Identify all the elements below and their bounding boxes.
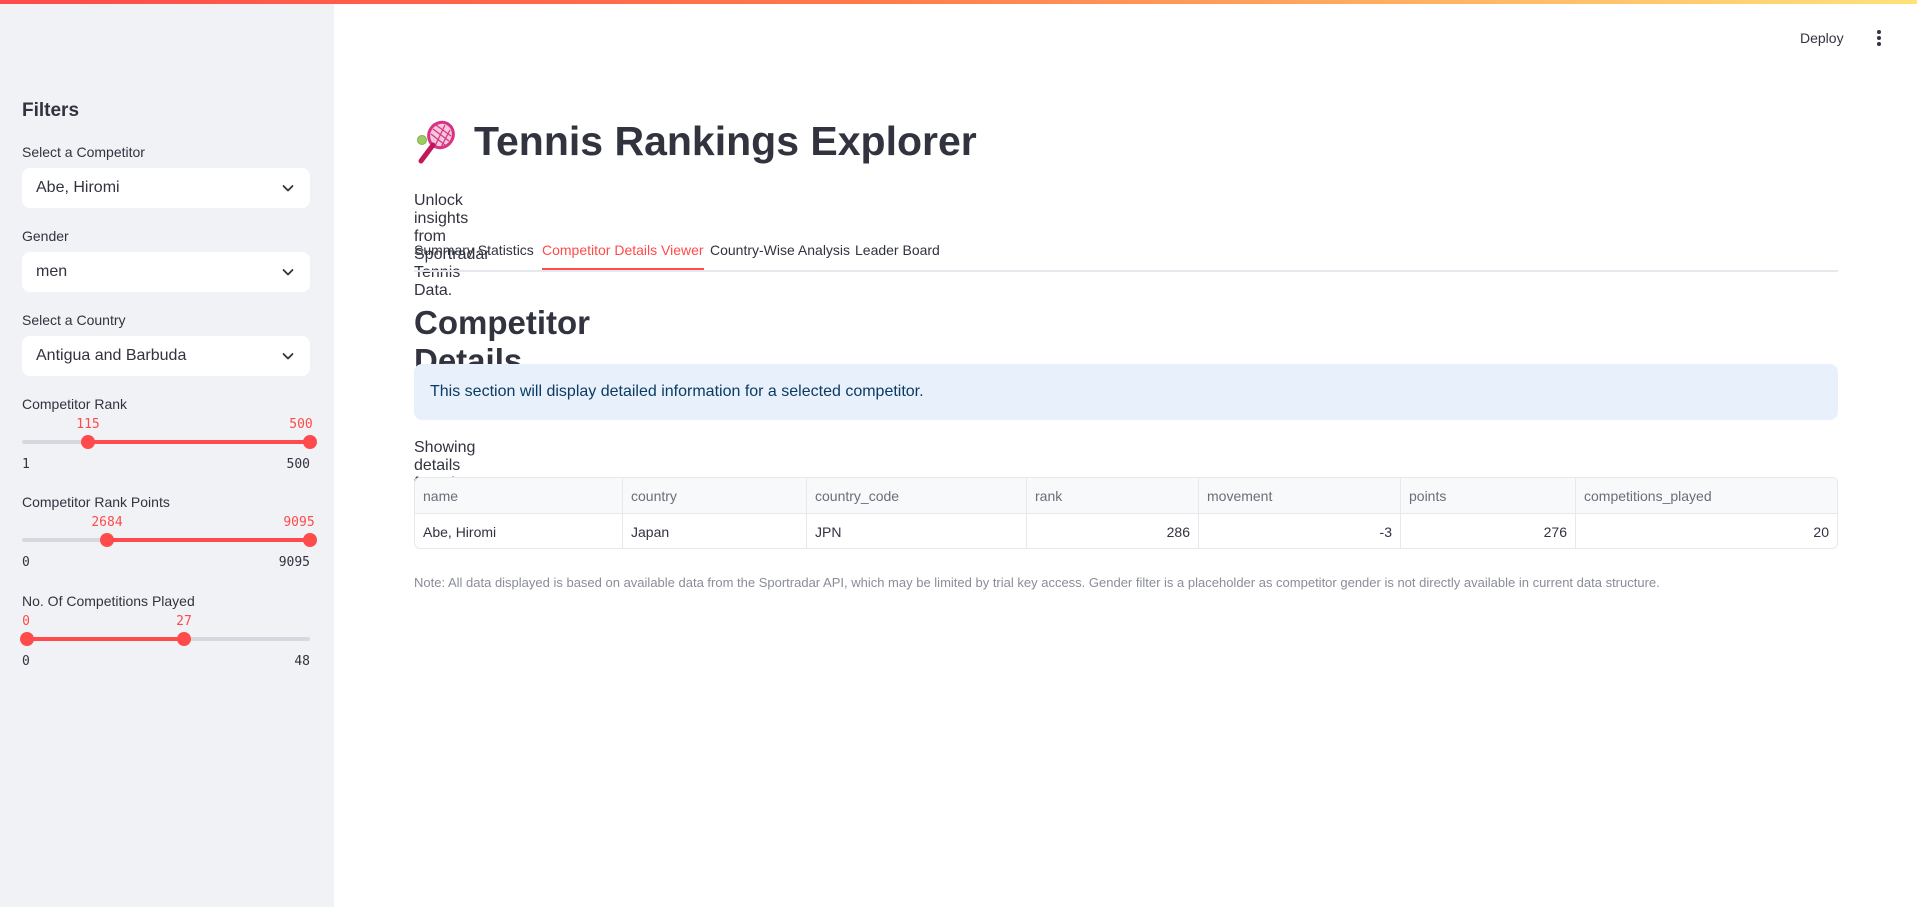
sidebar: Filters Select a Competitor Abe, Hiromi … (0, 0, 334, 907)
country-select-label: Select a Country (22, 312, 126, 328)
gender-select-label: Gender (22, 228, 69, 244)
slider-range-fill (88, 440, 310, 444)
rank-slider-low-value: 115 (76, 417, 100, 432)
chevron-down-icon (282, 269, 294, 276)
kebab-menu-icon[interactable] (1873, 30, 1885, 50)
table-row: Abe, Hiromi Japan JPN 286 -3 276 20 (415, 514, 1837, 548)
points-slider-label: Competitor Rank Points (22, 494, 170, 510)
page-title: Tennis Rankings Explorer (414, 118, 977, 165)
column-header[interactable]: country (623, 478, 807, 513)
note-text: Note: All data displayed is based on ava… (414, 575, 1660, 590)
points-slider-high-thumb[interactable] (303, 533, 317, 547)
column-header[interactable]: rank (1027, 478, 1199, 513)
points-slider[interactable]: 2684 9095 0 9095 (22, 515, 317, 575)
competitor-table[interactable]: name country country_code rank movement … (414, 477, 1838, 549)
tab-bar: Summary Statistics Competitor Details Vi… (414, 240, 1838, 272)
table-cell[interactable]: Japan (623, 514, 807, 548)
points-slider-high-value: 9095 (283, 515, 315, 530)
competitions-slider-low-value: 0 (22, 614, 30, 629)
competitions-slider-low-thumb[interactable] (20, 632, 34, 646)
column-header[interactable]: points (1401, 478, 1576, 513)
competitor-select[interactable]: Abe, Hiromi (22, 168, 310, 208)
competitions-slider-high-thumb[interactable] (177, 632, 191, 646)
rank-slider[interactable]: 115 500 1 500 (22, 417, 317, 477)
competitor-select-value: Abe, Hiromi (36, 179, 120, 196)
slider-range-fill (22, 637, 184, 641)
table-cell[interactable]: -3 (1199, 514, 1401, 548)
tab-country-wise-analysis[interactable]: Country-Wise Analysis (710, 242, 850, 270)
competitions-slider-label: No. Of Competitions Played (22, 593, 195, 609)
sidebar-title: Filters (22, 100, 80, 121)
table-cell[interactable]: 286 (1027, 514, 1199, 548)
rank-slider-high-thumb[interactable] (303, 435, 317, 449)
column-header[interactable]: name (415, 478, 623, 513)
tennis-racket-icon (417, 120, 455, 163)
table-cell[interactable]: Abe, Hiromi (415, 514, 623, 548)
tab-competitor-details-viewer[interactable]: Competitor Details Viewer (542, 242, 704, 270)
rank-slider-max: 500 (286, 457, 310, 472)
rank-slider-high-value: 500 (289, 417, 313, 432)
slider-range-fill (107, 538, 310, 542)
deploy-button[interactable]: Deploy (1800, 30, 1844, 46)
table-header-row: name country country_code rank movement … (415, 478, 1837, 514)
top-decoration-bar (0, 0, 1917, 4)
tab-summary-statistics[interactable]: Summary Statistics (414, 242, 534, 270)
table-cell[interactable]: JPN (807, 514, 1027, 548)
competitions-slider-min: 0 (22, 654, 30, 669)
tab-leader-board[interactable]: Leader Board (855, 242, 940, 270)
column-header[interactable]: movement (1199, 478, 1401, 513)
points-slider-low-thumb[interactable] (100, 533, 114, 547)
points-slider-min: 0 (22, 555, 30, 570)
chevron-down-icon (282, 353, 294, 360)
competitions-slider-high-value: 27 (176, 614, 192, 629)
chevron-down-icon (282, 185, 294, 192)
country-select[interactable]: Antigua and Barbuda (22, 336, 310, 376)
table-cell[interactable]: 20 (1576, 514, 1837, 548)
gender-select[interactable]: men (22, 252, 310, 292)
info-text: This section will display detailed infor… (430, 383, 924, 400)
rank-slider-label: Competitor Rank (22, 396, 128, 412)
competitions-slider-max: 48 (294, 654, 310, 669)
gender-select-value: men (36, 263, 68, 280)
column-header[interactable]: competitions_played (1576, 478, 1837, 513)
country-select-value: Antigua and Barbuda (36, 347, 187, 364)
table-cell[interactable]: 276 (1401, 514, 1576, 548)
rank-slider-low-thumb[interactable] (81, 435, 95, 449)
page-title-text: Tennis Rankings Explorer (474, 118, 977, 164)
points-slider-low-value: 2684 (91, 515, 123, 530)
column-header[interactable]: country_code (807, 478, 1027, 513)
competitions-slider[interactable]: 0 27 0 48 (20, 614, 310, 674)
competitor-select-label: Select a Competitor (22, 144, 145, 160)
points-slider-max: 9095 (278, 555, 310, 570)
info-box: This section will display detailed infor… (414, 364, 1838, 420)
rank-slider-min: 1 (22, 457, 30, 472)
